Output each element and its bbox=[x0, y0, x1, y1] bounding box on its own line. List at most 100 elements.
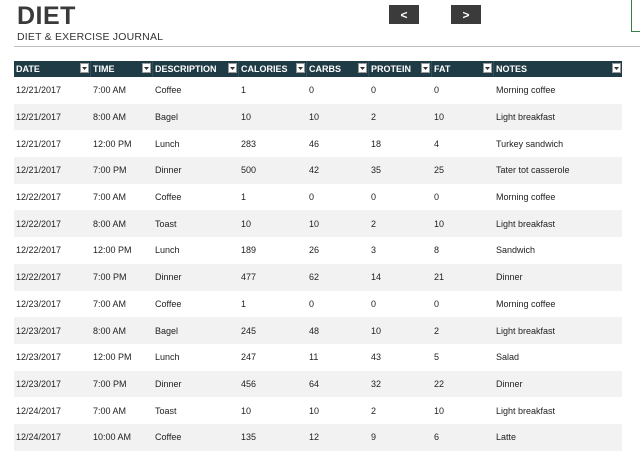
cell-protein[interactable]: 2 bbox=[369, 219, 432, 229]
cell-description[interactable]: Coffee bbox=[153, 192, 239, 202]
cell-calories[interactable]: 500 bbox=[239, 165, 307, 175]
cell-fat[interactable]: 10 bbox=[432, 406, 494, 416]
filter-dropdown-icon[interactable] bbox=[228, 63, 237, 73]
cell-fat[interactable]: 10 bbox=[432, 219, 494, 229]
cell-description[interactable]: Lunch bbox=[153, 352, 239, 362]
cell-carbs[interactable]: 26 bbox=[307, 245, 369, 255]
cell-calories[interactable]: 10 bbox=[239, 112, 307, 122]
table-row[interactable]: 12/23/2017 8:00 AM Bagel 245 48 10 2 Lig… bbox=[14, 317, 622, 344]
cell-fat[interactable]: 22 bbox=[432, 379, 494, 389]
cell-carbs[interactable]: 64 bbox=[307, 379, 369, 389]
cell-date[interactable]: 12/22/2017 bbox=[14, 245, 91, 255]
cell-calories[interactable]: 135 bbox=[239, 432, 307, 442]
cell-calories[interactable]: 245 bbox=[239, 326, 307, 336]
cell-notes[interactable]: Tater tot casserole bbox=[494, 165, 622, 175]
cell-calories[interactable]: 10 bbox=[239, 219, 307, 229]
cell-time[interactable]: 12:00 PM bbox=[91, 352, 153, 362]
filter-dropdown-icon[interactable] bbox=[142, 63, 151, 73]
cell-date[interactable]: 12/21/2017 bbox=[14, 112, 91, 122]
cell-calories[interactable]: 189 bbox=[239, 245, 307, 255]
table-row[interactable]: 12/22/2017 12:00 PM Lunch 189 26 3 8 San… bbox=[14, 237, 622, 264]
cell-fat[interactable]: 8 bbox=[432, 245, 494, 255]
cell-protein[interactable]: 0 bbox=[369, 192, 432, 202]
cell-protein[interactable]: 9 bbox=[369, 432, 432, 442]
cell-time[interactable]: 8:00 AM bbox=[91, 219, 153, 229]
cell-date[interactable]: 12/22/2017 bbox=[14, 192, 91, 202]
cell-carbs[interactable]: 10 bbox=[307, 406, 369, 416]
cell-carbs[interactable]: 42 bbox=[307, 165, 369, 175]
cell-protein[interactable]: 32 bbox=[369, 379, 432, 389]
cell-protein[interactable]: 43 bbox=[369, 352, 432, 362]
cell-time[interactable]: 8:00 AM bbox=[91, 112, 153, 122]
cell-description[interactable]: Bagel bbox=[153, 112, 239, 122]
cell-time[interactable]: 12:00 PM bbox=[91, 139, 153, 149]
cell-description[interactable]: Bagel bbox=[153, 326, 239, 336]
cell-notes[interactable]: Latte bbox=[494, 432, 622, 442]
cell-notes[interactable]: Morning coffee bbox=[494, 192, 622, 202]
cell-notes[interactable]: Light breakfast bbox=[494, 112, 622, 122]
cell-notes[interactable]: Morning coffee bbox=[494, 85, 622, 95]
cell-time[interactable]: 7:00 PM bbox=[91, 165, 153, 175]
table-row[interactable]: 12/22/2017 8:00 AM Toast 10 10 2 10 Ligh… bbox=[14, 210, 622, 238]
table-row[interactable]: 12/23/2017 7:00 PM Dinner 456 64 32 22 D… bbox=[14, 370, 622, 398]
cell-carbs[interactable]: 0 bbox=[307, 192, 369, 202]
cell-notes[interactable]: Sandwich bbox=[494, 245, 622, 255]
table-row[interactable]: 12/24/2017 7:00 AM Toast 10 10 2 10 Ligh… bbox=[14, 397, 622, 424]
cell-date[interactable]: 12/23/2017 bbox=[14, 299, 91, 309]
cell-description[interactable]: Toast bbox=[153, 406, 239, 416]
table-row[interactable]: 12/21/2017 12:00 PM Lunch 283 46 18 4 Tu… bbox=[14, 130, 622, 157]
table-row[interactable]: 12/21/2017 7:00 AM Coffee 1 0 0 0 Mornin… bbox=[14, 77, 622, 104]
cell-fat[interactable]: 0 bbox=[432, 85, 494, 95]
cell-time[interactable]: 10:00 AM bbox=[91, 432, 153, 442]
cell-notes[interactable]: Light breakfast bbox=[494, 406, 622, 416]
cell-fat[interactable]: 21 bbox=[432, 272, 494, 282]
cell-protein[interactable]: 10 bbox=[369, 326, 432, 336]
table-row[interactable]: 12/23/2017 7:00 AM Coffee 1 0 0 0 Mornin… bbox=[14, 291, 622, 318]
cell-date[interactable]: 12/22/2017 bbox=[14, 219, 91, 229]
cell-time[interactable]: 8:00 AM bbox=[91, 326, 153, 336]
cell-carbs[interactable]: 10 bbox=[307, 219, 369, 229]
cell-calories[interactable]: 10 bbox=[239, 406, 307, 416]
table-row[interactable]: 12/21/2017 8:00 AM Bagel 10 10 2 10 Ligh… bbox=[14, 103, 622, 131]
cell-notes[interactable]: Salad bbox=[494, 352, 622, 362]
cell-calories[interactable]: 1 bbox=[239, 192, 307, 202]
cell-protein[interactable]: 2 bbox=[369, 112, 432, 122]
cell-date[interactable]: 12/23/2017 bbox=[14, 352, 91, 362]
table-row[interactable]: 12/24/2017 10:00 AM Coffee 135 12 9 6 La… bbox=[14, 423, 622, 451]
cell-description[interactable]: Coffee bbox=[153, 85, 239, 95]
filter-dropdown-icon[interactable] bbox=[483, 63, 492, 73]
cell-date[interactable]: 12/21/2017 bbox=[14, 165, 91, 175]
filter-dropdown-icon[interactable] bbox=[358, 63, 367, 73]
cell-protein[interactable]: 0 bbox=[369, 85, 432, 95]
cell-time[interactable]: 7:00 AM bbox=[91, 406, 153, 416]
cell-carbs[interactable]: 46 bbox=[307, 139, 369, 149]
table-row[interactable]: 12/22/2017 7:00 AM Coffee 1 0 0 0 Mornin… bbox=[14, 184, 622, 211]
cell-description[interactable]: Lunch bbox=[153, 139, 239, 149]
cell-calories[interactable]: 1 bbox=[239, 85, 307, 95]
cell-description[interactable]: Coffee bbox=[153, 299, 239, 309]
table-row[interactable]: 12/22/2017 7:00 PM Dinner 477 62 14 21 D… bbox=[14, 263, 622, 291]
cell-protein[interactable]: 2 bbox=[369, 406, 432, 416]
cell-notes[interactable]: Dinner bbox=[494, 272, 622, 282]
filter-dropdown-icon[interactable] bbox=[421, 63, 430, 73]
cell-protein[interactable]: 14 bbox=[369, 272, 432, 282]
cell-fat[interactable]: 5 bbox=[432, 352, 494, 362]
cell-description[interactable]: Coffee bbox=[153, 432, 239, 442]
cell-time[interactable]: 7:00 AM bbox=[91, 85, 153, 95]
cell-fat[interactable]: 2 bbox=[432, 326, 494, 336]
cell-time[interactable]: 7:00 AM bbox=[91, 299, 153, 309]
filter-dropdown-icon[interactable] bbox=[296, 63, 305, 73]
cell-date[interactable]: 12/24/2017 bbox=[14, 406, 91, 416]
cell-calories[interactable]: 283 bbox=[239, 139, 307, 149]
cell-time[interactable]: 7:00 PM bbox=[91, 379, 153, 389]
filter-dropdown-icon[interactable] bbox=[80, 63, 89, 73]
cell-time[interactable]: 7:00 AM bbox=[91, 192, 153, 202]
cell-time[interactable]: 12:00 PM bbox=[91, 245, 153, 255]
cell-notes[interactable]: Dinner bbox=[494, 379, 622, 389]
cell-notes[interactable]: Light breakfast bbox=[494, 326, 622, 336]
cell-notes[interactable]: Morning coffee bbox=[494, 299, 622, 309]
cell-carbs[interactable]: 62 bbox=[307, 272, 369, 282]
cell-description[interactable]: Dinner bbox=[153, 272, 239, 282]
cell-description[interactable]: Toast bbox=[153, 219, 239, 229]
cell-notes[interactable]: Turkey sandwich bbox=[494, 139, 622, 149]
